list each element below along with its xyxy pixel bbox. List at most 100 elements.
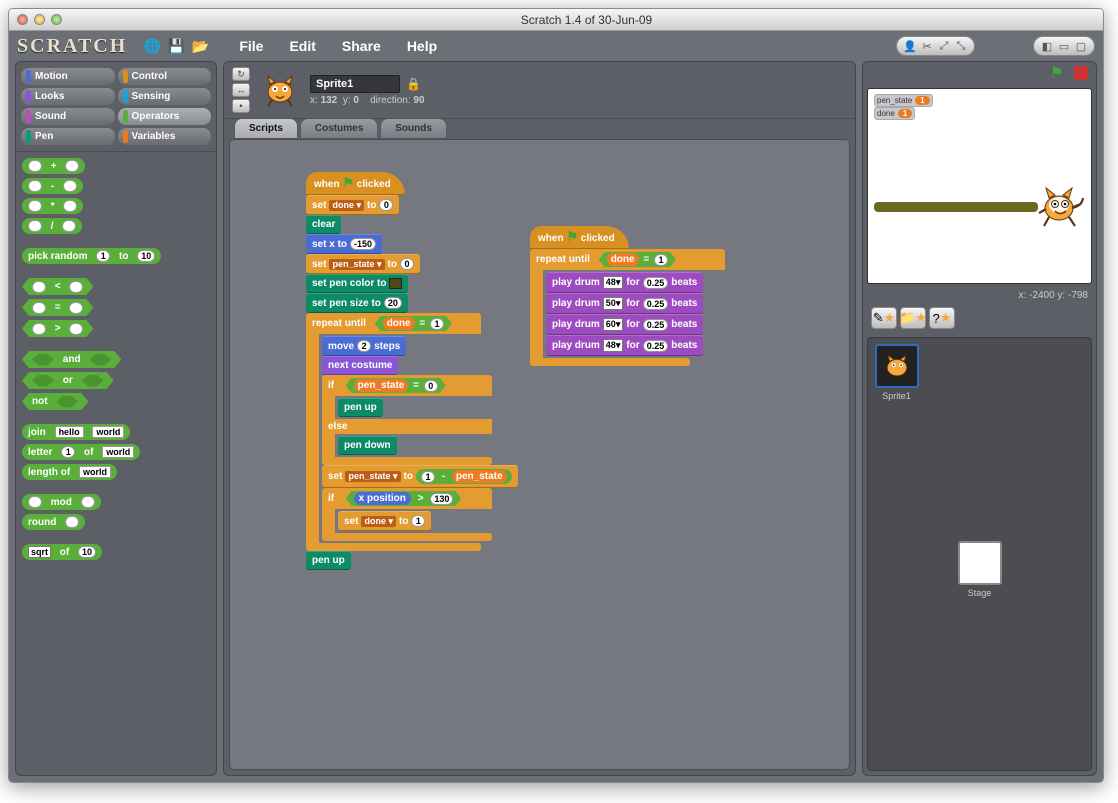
scripts-canvas[interactable]: when ⚑ clicked set done ▾ to 0 clear set… (229, 139, 850, 770)
stage-panel: ⚑ pen_state1 done1 (862, 61, 1097, 776)
new-sprite-surprise-button[interactable]: ?★ (929, 307, 955, 329)
block-drum-1[interactable]: play drum 48▾ for 0.25 beats (546, 272, 703, 293)
stamp-icon[interactable]: 👤 (902, 39, 918, 53)
menu-help[interactable]: Help (397, 35, 447, 57)
block-repeat-until-2[interactable]: repeat until done = 1 play drum 48▾ for … (530, 249, 725, 366)
minimize-button[interactable] (34, 14, 45, 25)
block-pen-size[interactable]: set pen size to 20 (306, 293, 408, 313)
block-pen-up-final[interactable]: pen up (306, 551, 351, 570)
block-random[interactable]: pick random 1 to 10 (22, 248, 161, 264)
view-normal-icon[interactable]: ▭ (1056, 39, 1072, 53)
category-pen[interactable]: Pen (21, 128, 115, 145)
block-set-penstate-0[interactable]: set pen_state ▾ to 0 (306, 254, 420, 274)
mouse-coords: x: -2400 y: -798 (863, 288, 1096, 303)
operators-blocks-palette: + - * / pick random 1 to 10 < = > and or… (16, 152, 216, 775)
sprite-name-input[interactable] (310, 75, 400, 93)
block-pen-down[interactable]: pen down (338, 436, 397, 455)
shrink-icon[interactable]: ⤡ (953, 39, 969, 53)
block-if-xpos[interactable]: if x position > 130 set done ▾ to 1 (322, 488, 492, 541)
block-sqrt[interactable]: sqrt of 10 (22, 544, 102, 560)
script-drums[interactable]: when ⚑ clicked repeat until done = 1 pla… (530, 226, 725, 366)
rotate-flip-button[interactable]: ↔ (232, 83, 250, 97)
category-motion[interactable]: Motion (21, 68, 115, 85)
stage-view[interactable]: pen_state1 done1 (867, 88, 1092, 284)
tab-scripts[interactable]: Scripts (234, 118, 298, 139)
block-pen-color[interactable]: set pen color to (306, 274, 408, 293)
block-add[interactable]: + (22, 158, 85, 174)
block-set-done-1[interactable]: set done ▾ to 1 (338, 511, 431, 531)
category-operators[interactable]: Operators (118, 108, 212, 125)
sprite-list: Sprite1 Stage (867, 337, 1092, 771)
block-or[interactable]: or (22, 372, 114, 389)
save-icon[interactable]: 💾 (167, 37, 185, 55)
category-sound[interactable]: Sound (21, 108, 115, 125)
open-icon[interactable]: 📂 (191, 37, 209, 55)
block-and[interactable]: and (22, 351, 121, 368)
block-eq[interactable]: = (22, 299, 93, 316)
globe-icon[interactable]: 🌐 (143, 37, 161, 55)
block-set-done-0[interactable]: set done ▾ to 0 (306, 195, 399, 215)
mac-titlebar: Scratch 1.4 of 30-Jun-09 (9, 9, 1103, 31)
menu-edit[interactable]: Edit (279, 35, 325, 57)
block-multiply[interactable]: * (22, 198, 83, 214)
stage-thumb[interactable]: Stage (957, 541, 1002, 598)
block-gt[interactable]: > (22, 320, 93, 337)
block-next-costume[interactable]: next costume (322, 356, 398, 375)
hat-green-flag[interactable]: when ⚑ clicked (306, 172, 405, 195)
editor-tools: 👤 ✂ ⤢ ⤡ (896, 36, 975, 56)
block-letter-of[interactable]: letter 1 of world (22, 444, 140, 460)
tab-sounds[interactable]: Sounds (380, 118, 447, 139)
block-join[interactable]: join hello world (22, 424, 130, 440)
view-modes: ◧ ▭ ▢ (1033, 36, 1095, 56)
grow-icon[interactable]: ⤢ (936, 39, 952, 53)
block-mod[interactable]: mod (22, 494, 101, 510)
zoom-button[interactable] (51, 14, 62, 25)
blocks-palette-panel: Motion Control Looks Sensing Sound Opera… (15, 61, 217, 776)
block-round[interactable]: round (22, 514, 85, 530)
variable-watcher-done[interactable]: done1 (874, 107, 915, 120)
block-clear[interactable]: clear (306, 215, 341, 234)
green-flag-button[interactable]: ⚑ (1050, 63, 1064, 83)
category-variables[interactable]: Variables (118, 128, 212, 145)
scissors-icon[interactable]: ✂ (919, 39, 935, 53)
sprite-thumb-sprite1[interactable]: Sprite1 (874, 344, 919, 401)
menu-file[interactable]: File (229, 35, 273, 57)
rotate-free-button[interactable]: ↻ (232, 67, 250, 81)
hat-green-flag-2[interactable]: when ⚑ clicked (530, 226, 629, 249)
menubar: SCRATCH 🌐 💾 📂 File Edit Share Help 👤 ✂ ⤢… (9, 31, 1103, 61)
close-button[interactable] (17, 14, 28, 25)
pen-trail (874, 202, 1038, 212)
block-drum-3[interactable]: play drum 60▾ for 0.25 beats (546, 314, 703, 335)
block-repeat-until[interactable]: repeat until done = 1 move 2 steps next … (306, 313, 518, 551)
block-divide[interactable]: / (22, 218, 82, 234)
block-drum-2[interactable]: play drum 50▾ for 0.25 beats (546, 293, 703, 314)
block-set-penstate-toggle[interactable]: set pen_state ▾ to 1 - pen_state (322, 465, 518, 488)
category-control[interactable]: Control (118, 68, 212, 85)
new-sprite-file-button[interactable]: 📁★ (900, 307, 926, 329)
variable-watcher-penstate[interactable]: pen_state1 (874, 94, 933, 107)
lock-icon[interactable]: 🔒 (406, 77, 421, 91)
block-subtract[interactable]: - (22, 178, 83, 194)
new-sprite-paint-button[interactable]: ✎★ (871, 307, 897, 329)
sprite-thumbnail (258, 70, 302, 110)
stage-sprite-cat[interactable] (1035, 182, 1087, 233)
stop-button[interactable] (1074, 66, 1088, 80)
scripts-panel: ↻ ↔ • (223, 61, 856, 776)
block-not[interactable]: not (22, 393, 88, 410)
block-if-else[interactable]: if pen_state = 0 pen up else pen down (322, 375, 492, 465)
view-small-stage-icon[interactable]: ◧ (1039, 39, 1055, 53)
sprite-header: ↻ ↔ • (224, 62, 855, 119)
block-set-x[interactable]: set x to -150 (306, 234, 382, 254)
block-drum-4[interactable]: play drum 48▾ for 0.25 beats (546, 335, 703, 356)
tab-costumes[interactable]: Costumes (300, 118, 378, 139)
category-sensing[interactable]: Sensing (118, 88, 212, 105)
block-length-of[interactable]: length of world (22, 464, 117, 480)
block-move[interactable]: move 2 steps (322, 336, 406, 356)
rotate-none-button[interactable]: • (232, 99, 250, 113)
block-pen-up[interactable]: pen up (338, 398, 383, 417)
menu-share[interactable]: Share (332, 35, 391, 57)
block-lt[interactable]: < (22, 278, 93, 295)
view-present-icon[interactable]: ▢ (1073, 39, 1089, 53)
category-looks[interactable]: Looks (21, 88, 115, 105)
script-main[interactable]: when ⚑ clicked set done ▾ to 0 clear set… (306, 172, 518, 570)
